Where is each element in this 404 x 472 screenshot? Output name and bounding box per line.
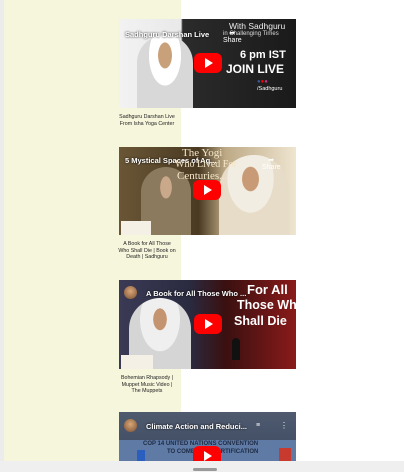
video-title-overlay: A Book for All Those Who ...	[146, 289, 247, 298]
video-caption-3[interactable]: Bohemian Rhapsody | Muppet Music Video |…	[118, 375, 176, 395]
play-button[interactable]	[193, 180, 221, 200]
thumb-text: Shall Die	[234, 314, 287, 328]
silhouette-figure	[232, 338, 240, 360]
play-button[interactable]	[194, 53, 222, 73]
drag-handle[interactable]	[193, 468, 217, 471]
video-caption-2[interactable]: A Book for All Those Who Shall Die | Boo…	[118, 241, 176, 261]
more-options-icon[interactable]: ⋮	[280, 421, 288, 430]
sadhguru-figure-1	[137, 35, 193, 108]
video-thumbnail-1[interactable]: Sadhguru Darshan Live With Sadhguru in C…	[119, 19, 296, 108]
play-button[interactable]	[194, 314, 222, 334]
thumb-text: Who Lived For	[175, 159, 237, 170]
video-thumbnail-3[interactable]: A Book for All Those Who ... For All Tho…	[119, 280, 296, 369]
video-caption-1[interactable]: Sadhguru Darshan Live From Isha Yoga Cen…	[118, 114, 176, 127]
queue-icon[interactable]: ≡	[256, 422, 260, 429]
signature-logo	[121, 355, 153, 369]
play-button[interactable]	[193, 446, 221, 461]
video-thumbnail-2[interactable]: 5 Mystical Spaces of Ag... The Yogi Who …	[119, 147, 296, 235]
video-thumbnail-4[interactable]: Climate Action and Reduci... ≡ ⋮ COP 14 …	[119, 412, 296, 461]
thumb-text: JOIN LIVE	[226, 62, 285, 76]
video-title-overlay: Climate Action and Reduci...	[146, 422, 247, 431]
thumb-text: /Sadhguru	[257, 86, 283, 92]
share-icon[interactable]: ➦ Share	[262, 156, 281, 171]
flag-red	[279, 448, 291, 461]
channel-avatar[interactable]	[124, 286, 137, 299]
channel-avatar[interactable]	[124, 419, 137, 432]
video-title-overlay: Sadhguru Darshan Live	[125, 30, 210, 39]
social-icons: ●●●	[257, 79, 268, 85]
thumb-text: The Yogi	[182, 147, 223, 159]
share-icon[interactable]: ➦ Share	[223, 29, 242, 44]
flag-blue	[137, 450, 145, 461]
signature-logo	[121, 221, 151, 235]
thumb-text: 6 pm IST	[240, 49, 286, 61]
thumb-text: Those Who	[237, 298, 296, 312]
thumb-text: For All	[247, 282, 288, 297]
